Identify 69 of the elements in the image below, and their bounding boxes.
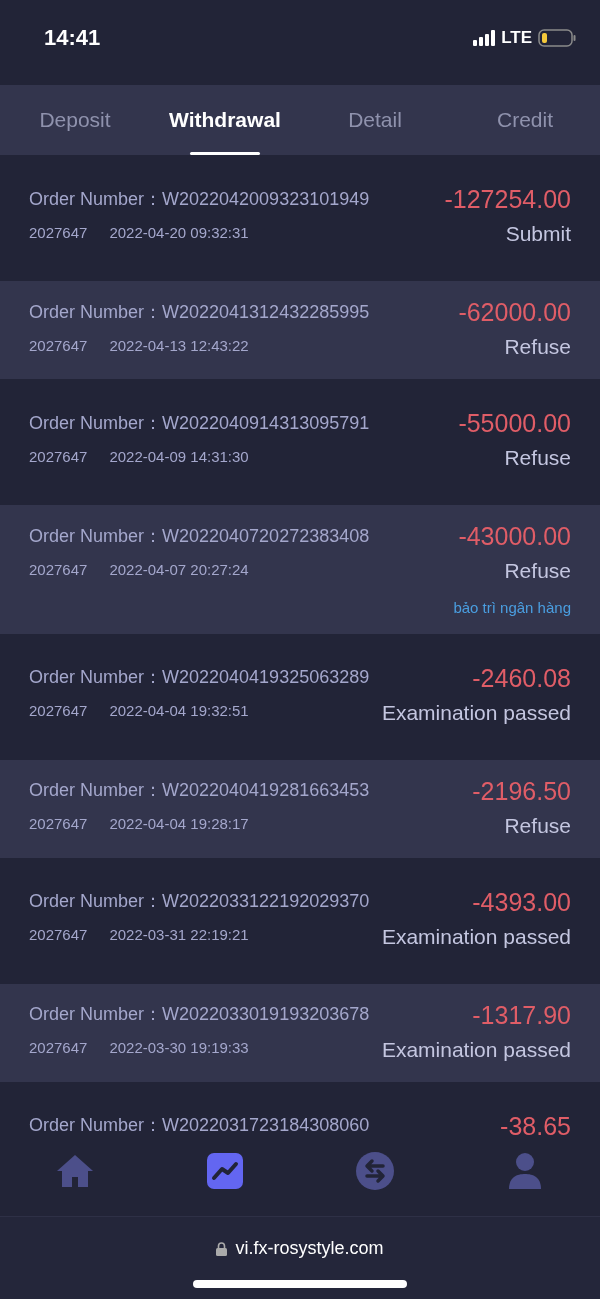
order-label: Order Number： <box>29 187 163 211</box>
order-label: Order Number： <box>29 1114 163 1137</box>
signal-icon <box>473 29 496 46</box>
order-time: 2022-04-13 12:43:22 <box>109 335 249 356</box>
status-time: 14:41 <box>44 24 101 52</box>
order-status: Refuse <box>504 558 571 584</box>
tab[interactable]: Withdrawal <box>150 85 300 155</box>
order-amount: -1317.90 <box>472 999 571 1031</box>
order-label: Order Number： <box>29 411 163 435</box>
order-amount: -127254.00 <box>444 184 571 215</box>
tab[interactable]: Credit <box>450 85 600 155</box>
order-status: Refuse <box>504 334 571 360</box>
order-status: Refuse <box>504 812 571 839</box>
tab-indicator <box>190 152 260 155</box>
order-number: W2022040419325063289 <box>162 666 370 689</box>
order-number: W2022041312432285995 <box>162 300 370 324</box>
order-number: W2022042009323101949 <box>162 187 370 211</box>
order-amount: -4393.00 <box>472 886 571 918</box>
account-number: 2027647 <box>29 925 88 946</box>
order-note: bảo trì ngân hàng <box>453 598 571 618</box>
order-row[interactable]: Order Number：W2022040720272383408 2027647 2022-04-07 20:27:24 -43000.00 Refuse bảo trì ngân hàng <box>0 505 600 634</box>
order-amount: -43000.00 <box>458 521 571 552</box>
order-number: W2022031723184308060 <box>162 1114 370 1137</box>
order-number: W2022040720272383408 <box>162 524 370 548</box>
exchange-icon[interactable] <box>355 1151 395 1191</box>
network-label: LTE <box>501 26 532 49</box>
order-amount: -38.65 <box>500 1110 571 1142</box>
lock-icon <box>216 1241 228 1256</box>
order-amount: -2460.08 <box>472 662 571 694</box>
account-number: 2027647 <box>29 335 88 356</box>
account-number: 2027647 <box>29 1038 88 1059</box>
order-label: Order Number： <box>29 524 163 548</box>
order-time: 2022-04-09 14:31:30 <box>109 446 249 467</box>
order-row[interactable]: Order Number：W2022033019193203678 2027647 2022-03-30 19:19:33 -1317.90 Examination passed <box>0 983 600 1082</box>
order-number: W2022040914313095791 <box>162 411 370 435</box>
order-amount: -55000.00 <box>458 408 571 439</box>
order-time: 2022-04-07 20:27:24 <box>109 559 249 580</box>
order-status: Examination passed <box>381 699 571 726</box>
order-status: Refuse <box>504 445 571 471</box>
order-status: Examination passed <box>381 1036 571 1063</box>
order-time: 2022-04-04 19:32:51 <box>109 701 249 722</box>
order-amount: -62000.00 <box>458 297 571 328</box>
order-label: Order Number： <box>29 300 163 324</box>
order-number: W2022033019193203678 <box>162 1003 370 1026</box>
account-number: 2027647 <box>29 222 88 243</box>
order-number: W2022040419281663453 <box>162 779 370 802</box>
order-row[interactable]: Order Number：W2022041312432285995 2027647 2022-04-13 12:43:22 -62000.00 Refuse <box>0 281 600 379</box>
account-number: 2027647 <box>29 701 88 722</box>
chart-icon[interactable] <box>205 1151 245 1191</box>
tab[interactable]: Detail <box>300 85 450 155</box>
order-row[interactable]: Order Number：W2022040419281663453 2027647 2022-04-04 19:28:17 -2196.50 Refuse <box>0 759 600 858</box>
order-label: Order Number： <box>29 1003 163 1026</box>
tab[interactable]: Deposit <box>0 85 150 155</box>
order-time: 2022-04-20 09:32:31 <box>109 222 249 243</box>
order-label: Order Number： <box>29 890 163 913</box>
order-time: 2022-04-04 19:28:17 <box>109 814 249 835</box>
order-label: Order Number： <box>29 666 163 689</box>
account-number: 2027647 <box>29 446 88 467</box>
order-amount: -2196.50 <box>472 775 571 807</box>
account-number: 2027647 <box>29 559 88 580</box>
order-status: Submit <box>505 221 571 247</box>
order-time: 2022-03-30 19:19:33 <box>109 1038 249 1059</box>
order-number: W2022033122192029370 <box>162 890 370 913</box>
account-number: 2027647 <box>29 814 88 835</box>
order-status: Examination passed <box>381 923 571 950</box>
battery-icon <box>538 28 576 47</box>
url-text[interactable]: vi.fx-rosystyle.com <box>235 1235 384 1262</box>
order-time: 2022-03-31 22:19:21 <box>109 925 249 946</box>
order-label: Order Number： <box>29 779 163 802</box>
